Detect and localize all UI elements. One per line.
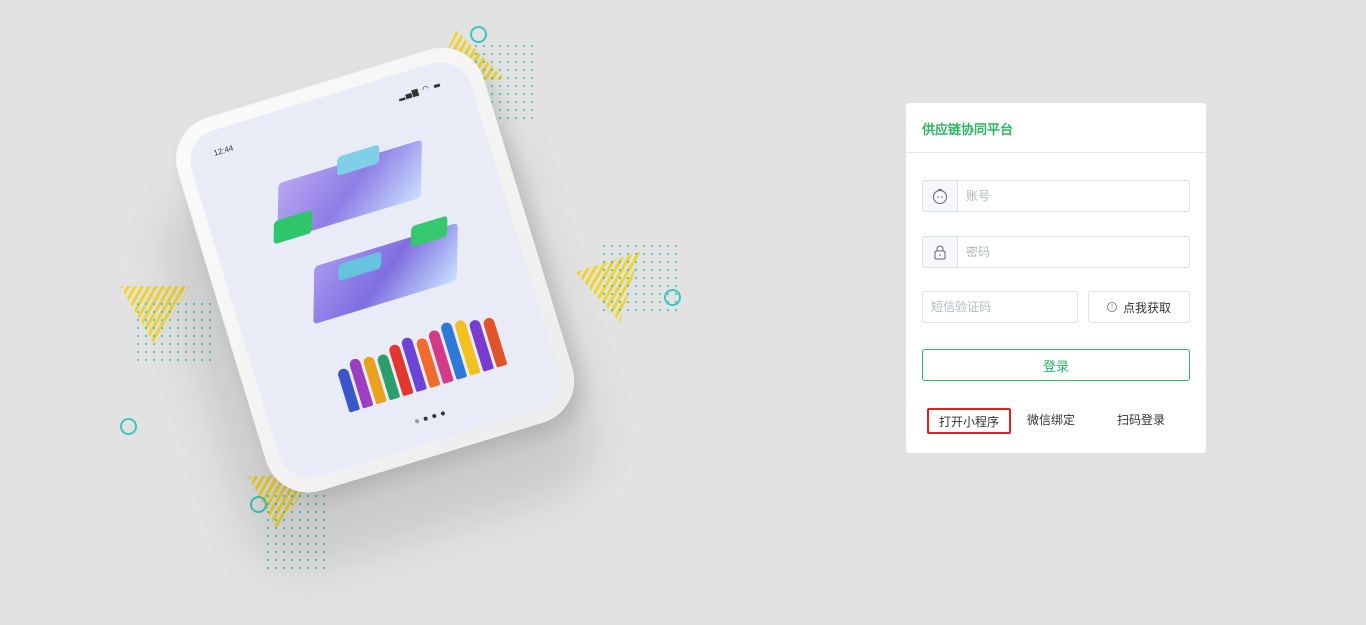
sms-code-row: ! 点我获取 [922, 291, 1190, 323]
login-button[interactable]: 登录 [922, 349, 1190, 381]
get-code-button[interactable]: ! 点我获取 [1088, 291, 1190, 323]
login-links: 打开小程序 微信绑定 扫码登录 [906, 408, 1206, 434]
card-header: 供应链协同平台 [906, 103, 1206, 153]
sms-code-input[interactable] [922, 291, 1078, 323]
account-input[interactable] [958, 181, 1189, 211]
scan-login-link[interactable]: 扫码登录 [1108, 408, 1174, 434]
deco-ring-top [470, 26, 487, 43]
password-field[interactable] [922, 236, 1190, 268]
login-card: 供应链协同平台 ! 点我获取 登录 打开小程序 [906, 103, 1206, 453]
phone-illustration: 12:44 ▂▄▆ ◠ ▬ [0, 0, 760, 625]
phone-status-icons: ▂▄▆ ◠ ▬ [397, 79, 443, 102]
deco-ring-left [120, 418, 137, 435]
user-face-icon [923, 181, 958, 211]
phone-page-dots [414, 410, 446, 424]
people-group [329, 293, 522, 413]
lock-icon [923, 237, 958, 267]
account-field[interactable] [922, 180, 1190, 212]
page-title: 供应链协同平台 [922, 123, 1014, 138]
get-code-label: 点我获取 [1122, 300, 1171, 315]
wechat-bind-link[interactable]: 微信绑定 [1018, 408, 1084, 434]
phone-status-time: 12:44 [212, 143, 235, 158]
open-mini-program-link[interactable]: 打开小程序 [927, 408, 1011, 434]
deco-ring-right [664, 289, 681, 306]
info-icon: ! [1106, 302, 1117, 312]
password-input[interactable] [958, 237, 1189, 267]
